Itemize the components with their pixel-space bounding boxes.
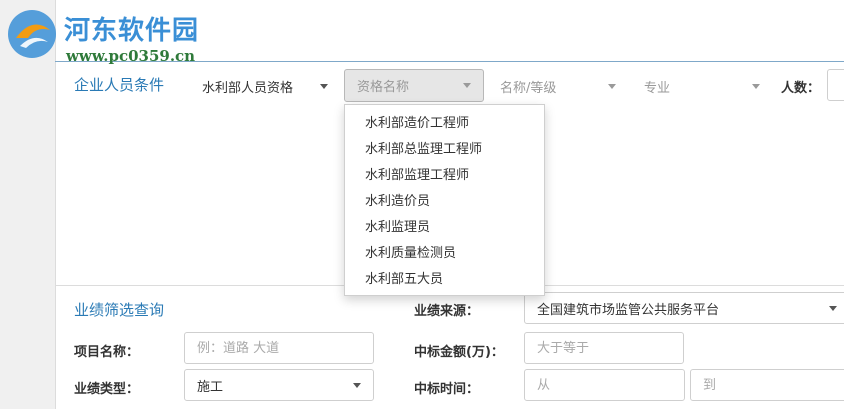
specialty-placeholder: 专业: [644, 80, 671, 96]
dropdown-option[interactable]: 水利部总监理工程师: [345, 137, 544, 163]
project-name-input[interactable]: [184, 332, 374, 364]
bid-time-from-input[interactable]: [524, 369, 685, 401]
chevron-down-icon: [320, 83, 328, 89]
performance-source-label: 业绩来源：: [414, 304, 480, 319]
project-name-label: 项目名称：: [74, 345, 140, 360]
name-grade-placeholder: 名称/等级: [500, 80, 557, 96]
watermark: 河东软件园 www.pc0359.cn: [0, 0, 220, 70]
ministry-qualification-value: 水利部人员资格: [202, 80, 294, 96]
bid-time-to-field[interactable]: [691, 370, 844, 400]
bid-amount-label: 中标金额(万)：: [414, 345, 504, 360]
dropdown-option[interactable]: 水利造价员: [345, 189, 544, 215]
chevron-down-icon: [829, 305, 837, 311]
performance-section-title: 业绩筛选查询: [74, 301, 165, 319]
qualification-name-placeholder: 资格名称: [357, 80, 410, 95]
specialty-select[interactable]: 专业: [632, 70, 772, 102]
performance-type-select[interactable]: 施工: [184, 369, 374, 401]
chevron-down-icon: [608, 83, 616, 89]
performance-source-value: 全国建筑市场监管公共服务平台: [537, 302, 720, 318]
performance-type-label: 业绩类型：: [74, 382, 140, 397]
name-grade-select[interactable]: 名称/等级: [488, 70, 628, 102]
bid-time-to-input[interactable]: [690, 369, 844, 401]
dropdown-option[interactable]: 水利质量检测员: [345, 241, 544, 267]
dropdown-option[interactable]: 水利部五大员: [345, 267, 544, 293]
bid-amount-field[interactable]: [525, 333, 683, 363]
count-input-field[interactable]: [828, 70, 844, 100]
count-input[interactable]: [827, 69, 844, 101]
dropdown-option[interactable]: 水利部监理工程师: [345, 163, 544, 189]
performance-type-value: 施工: [197, 379, 224, 395]
chevron-down-icon: [353, 382, 361, 388]
project-name-field[interactable]: [185, 333, 373, 363]
count-label: 人数：: [781, 81, 821, 96]
performance-source-select[interactable]: 全国建筑市场监管公共服务平台: [524, 292, 844, 324]
dropdown-option[interactable]: 水利监理员: [345, 215, 544, 241]
ministry-qualification-select[interactable]: 水利部人员资格: [190, 70, 340, 102]
dropdown-option[interactable]: 水利部造价工程师: [345, 111, 544, 137]
qualification-name-dropdown: 水利部造价工程师 水利部总监理工程师 水利部监理工程师 水利造价员 水利监理员 …: [344, 104, 545, 296]
qualification-name-select[interactable]: 资格名称: [344, 69, 484, 102]
hedong-logo-icon: [8, 10, 56, 58]
bid-amount-input[interactable]: [524, 332, 684, 364]
chevron-down-icon: [463, 83, 471, 88]
bid-time-label: 中标时间：: [414, 382, 480, 397]
bid-time-from-field[interactable]: [525, 370, 684, 400]
watermark-url: www.pc0359.cn: [66, 47, 196, 65]
personnel-section-title: 企业人员条件: [74, 76, 165, 94]
chevron-down-icon: [752, 83, 760, 89]
watermark-title: 河东软件园: [64, 16, 200, 46]
